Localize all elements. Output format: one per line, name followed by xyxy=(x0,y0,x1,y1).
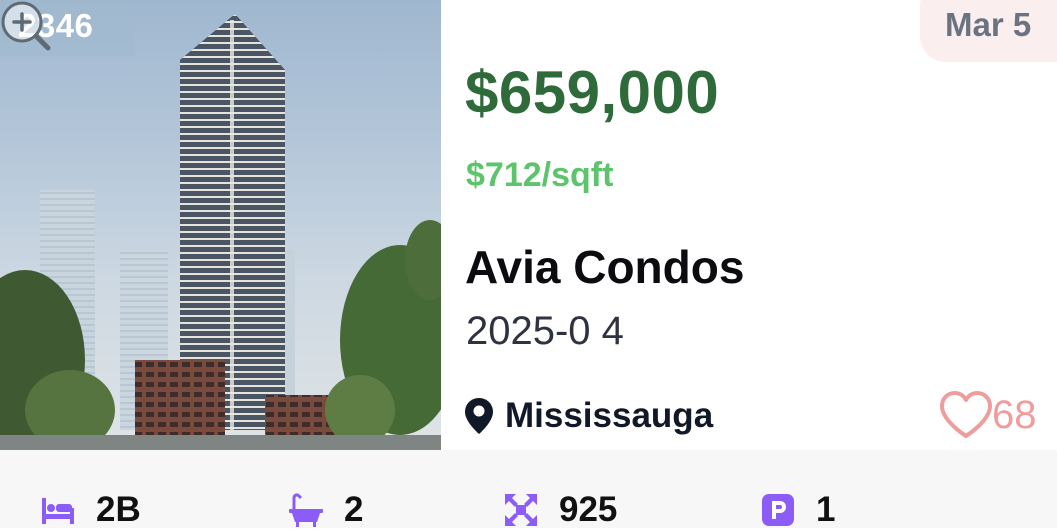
listing-price: $659,000 xyxy=(465,59,720,126)
parking-stat: 1 xyxy=(760,490,835,530)
favorite-button[interactable]: 68 xyxy=(938,390,1037,440)
building-rendering xyxy=(0,14,441,450)
heart-icon[interactable] xyxy=(938,390,994,440)
price-per-sqft: $712/sqft xyxy=(466,156,614,194)
bedrooms-value: 2B xyxy=(96,490,141,529)
occupancy-date: 2025-0 4 xyxy=(466,309,624,353)
bathtub-icon xyxy=(289,493,323,527)
listed-date: Mar 5 xyxy=(945,6,1032,43)
bed-icon xyxy=(42,498,74,524)
bedrooms-stat: 2B xyxy=(40,490,141,530)
project-name[interactable]: Avia Condos xyxy=(465,240,744,294)
location-text: Mississauga xyxy=(505,396,714,435)
parking-value: 1 xyxy=(816,490,836,529)
area-value: 925 xyxy=(559,490,618,529)
zoom-in-icon[interactable] xyxy=(0,0,52,52)
listing-photo[interactable]: 2346 xyxy=(0,0,441,450)
map-pin-icon xyxy=(465,398,493,434)
favorite-count: 68 xyxy=(992,392,1037,437)
bathrooms-value: 2 xyxy=(344,490,364,529)
bathrooms-stat: 2 xyxy=(288,490,363,530)
area-expand-icon xyxy=(505,494,537,526)
area-stat: 925 xyxy=(503,490,617,530)
parking-icon xyxy=(762,494,794,526)
listing-card[interactable]: 2346 Mar 5 $659,000 $712/sqft Avia Condo… xyxy=(0,0,1057,530)
location: Mississauga xyxy=(465,396,713,436)
